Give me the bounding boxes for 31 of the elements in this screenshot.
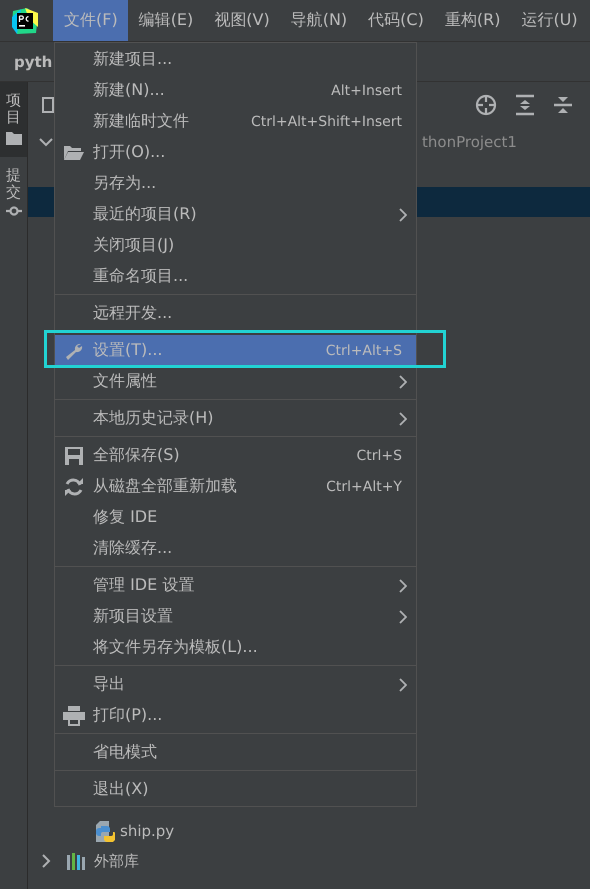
shortcut-label: Alt+Insert [331,82,402,98]
menu-item-label: 全部保存(S) [93,445,180,466]
menu-item-label: 重命名项目... [93,266,188,287]
menu-item-label: 将文件另存为模板(L)... [93,637,258,658]
shortcut-label: Ctrl+Alt+S [326,342,402,358]
menu-item-label: 管理 IDE 设置 [93,575,194,596]
menu-item-label: 本地历史记录(H) [93,408,214,429]
file-name: ship.py [120,822,174,840]
shortcut-label: Ctrl+S [356,448,402,464]
menu-item-label: 远程开发... [93,303,172,324]
menu-item-label: 省电模式 [93,742,157,763]
menu-item-label: 新建项目... [93,49,172,70]
shortcut-label: Ctrl+Alt+Y [326,478,402,494]
menu-item-label: 从磁盘全部重新加载 [93,476,237,497]
menu-item-label: 新项目设置 [93,606,173,627]
menu-item-label: 另存为... [93,173,156,194]
shortcut-label: Ctrl+Alt+Shift+Insert [250,114,402,130]
menu-item-label: 关闭项目(J) [93,235,174,256]
menu-item-label: 打印(P)... [93,705,162,726]
menu-item-label: 修复 IDE [93,507,158,528]
tree-label: 外部库 [94,852,139,870]
menu-item-label: 文件属性 [93,371,157,392]
menu-item-label: 新建(N)... [93,80,165,101]
menu-item-label: 清除缓存... [93,538,172,559]
project-name: thonProject1 [422,133,517,151]
menu-item-label: 退出(X) [93,779,148,800]
menu-item-label: 新建临时文件 [93,111,189,132]
menu-item-label: 设置(T)... [93,340,163,361]
menu-item-label: 导出 [93,674,125,695]
menu-item-label: 最近的项目(R) [93,204,197,225]
menu-item-label: 打开(O)... [93,142,166,163]
